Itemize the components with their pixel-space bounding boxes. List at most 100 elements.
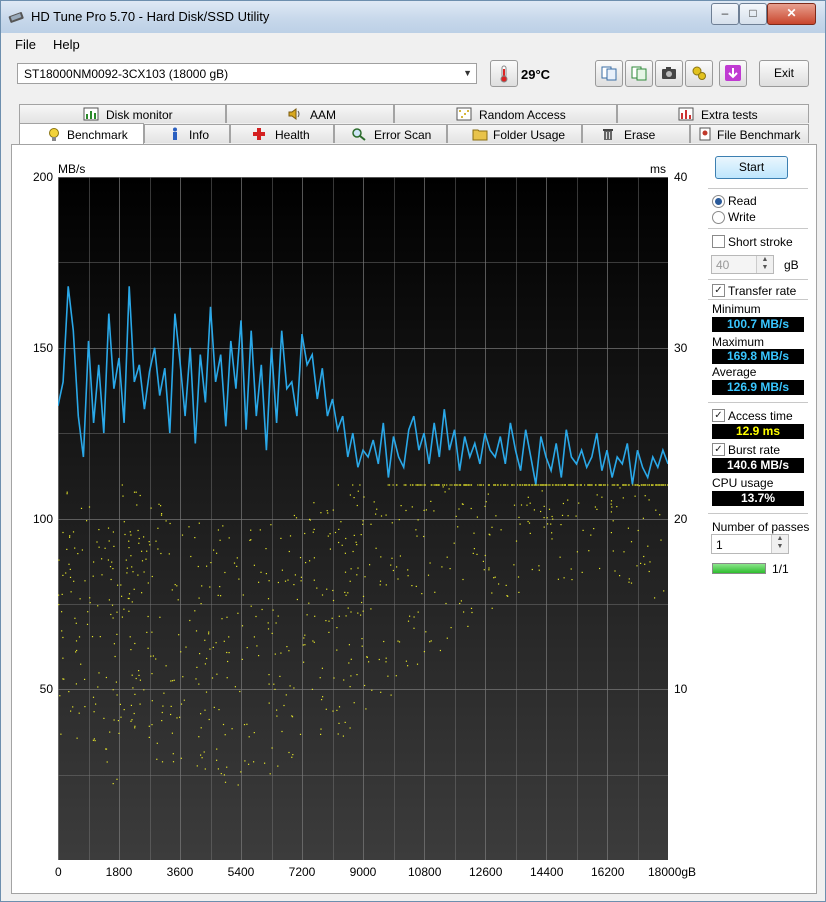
access-time-point	[543, 526, 545, 528]
write-radio[interactable]	[712, 211, 725, 224]
access-time-point	[228, 636, 230, 638]
passes-input[interactable]: 1 ▲ ▼	[711, 534, 789, 554]
access-time-point	[112, 689, 114, 691]
access-time-point	[205, 691, 208, 693]
short-stroke-checkbox[interactable]	[712, 235, 725, 248]
access-time-point	[459, 484, 462, 486]
access-time-point	[226, 651, 228, 654]
access-time-point	[117, 584, 119, 586]
access-time-point	[411, 585, 413, 587]
tab-extra-tests[interactable]: Extra tests	[617, 104, 809, 123]
tab-random-access[interactable]: Random Access	[394, 104, 617, 123]
tab-error-scan[interactable]: Error Scan	[334, 124, 447, 143]
tab-info[interactable]: Info	[144, 124, 230, 143]
access-time-point	[433, 510, 435, 512]
access-time-point	[279, 675, 281, 677]
access-time-point	[66, 491, 68, 493]
save-button[interactable]	[719, 60, 747, 87]
transfer-rate-checkbox[interactable]: ✓	[712, 284, 725, 297]
drive-select[interactable]: ST18000NM0092-3CX103 (18000 gB) ▼	[17, 63, 477, 84]
copy-info-button[interactable]	[595, 60, 623, 87]
access-time-point	[151, 700, 153, 702]
access-time-point	[588, 550, 590, 552]
access-time-point	[171, 732, 173, 734]
passes-value: 1	[716, 538, 723, 552]
access-time-point	[141, 550, 143, 552]
speaker-icon	[288, 108, 300, 120]
menu-help[interactable]: Help	[53, 37, 80, 52]
title-bar[interactable]: HD Tune Pro 5.70 - Hard Disk/SSD Utility…	[1, 1, 825, 33]
short-stroke-input[interactable]: 40 ▲ ▼	[711, 255, 774, 274]
burst-rate-checkbox[interactable]: ✓	[712, 443, 725, 456]
access-time-point	[316, 587, 318, 589]
access-time-point	[299, 557, 302, 559]
access-time-point	[211, 677, 214, 679]
access-time-point	[395, 484, 398, 486]
access-time-point	[176, 717, 178, 719]
maximize-button[interactable]: □	[739, 3, 767, 25]
access-time-point	[256, 645, 258, 647]
access-time-point	[455, 484, 458, 486]
access-time-point	[66, 548, 68, 550]
access-time-point	[332, 509, 334, 511]
access-time-point	[112, 617, 114, 619]
stepper-arrows-icon[interactable]: ▲ ▼	[771, 535, 788, 553]
stepper-arrows-icon[interactable]: ▲ ▼	[756, 256, 773, 273]
access-time-checkbox[interactable]: ✓	[712, 409, 725, 422]
access-time-point	[165, 665, 167, 667]
access-time-point	[407, 569, 409, 571]
access-time-point	[116, 633, 118, 635]
tab-file-benchmark[interactable]: File Benchmark	[690, 124, 809, 143]
tab-aam[interactable]: AAM	[226, 104, 394, 123]
access-time-point	[268, 580, 270, 582]
tab-disk-monitor[interactable]: Disk monitor	[19, 104, 226, 123]
access-time-point	[529, 502, 531, 504]
temperature-button[interactable]	[490, 60, 518, 87]
access-time-point	[109, 731, 111, 733]
access-time-point	[470, 607, 473, 609]
access-time-point	[216, 552, 218, 554]
exit-button[interactable]: Exit	[759, 60, 809, 87]
access-time-point	[357, 567, 359, 569]
access-time-point	[563, 484, 565, 486]
access-time-point	[483, 569, 485, 571]
access-time-point	[300, 576, 302, 578]
access-time-point	[376, 508, 378, 510]
menu-file[interactable]: File	[15, 37, 36, 52]
access-time-point	[110, 578, 112, 581]
access-time-point	[359, 484, 361, 486]
left-axis-unit: MB/s	[58, 162, 86, 176]
access-time-point	[423, 651, 425, 653]
access-time-point	[114, 655, 116, 658]
access-time-point	[561, 514, 564, 516]
access-time-point	[619, 487, 621, 489]
access-time-point	[612, 520, 614, 522]
close-button[interactable]: ✕	[767, 3, 816, 25]
tab-folder-usage[interactable]: Folder Usage	[447, 124, 582, 143]
access-time-point	[74, 547, 76, 549]
access-time-point	[644, 484, 646, 486]
access-time-point	[581, 571, 583, 573]
copy-all-button[interactable]	[625, 60, 653, 87]
screenshot-button[interactable]	[655, 60, 683, 87]
access-time-point	[466, 484, 468, 486]
access-time-point	[268, 683, 270, 685]
access-time-point	[181, 534, 184, 536]
options-button[interactable]	[685, 60, 713, 87]
tab-erase[interactable]: Erase	[582, 124, 690, 143]
access-time-point	[457, 526, 459, 528]
access-time-point	[209, 648, 211, 650]
copy-all-icon	[631, 66, 647, 81]
access-time-point	[78, 712, 80, 714]
access-time-point	[306, 614, 308, 616]
minimize-button[interactable]: –	[711, 3, 739, 25]
read-radio[interactable]	[712, 195, 725, 208]
short-stroke-label: Short stroke	[728, 235, 793, 249]
tab-benchmark[interactable]: Benchmark	[19, 123, 144, 145]
access-time-point	[458, 508, 460, 510]
tab-health[interactable]: Health	[230, 124, 334, 143]
start-button[interactable]: Start	[715, 156, 788, 179]
access-time-point	[94, 740, 96, 742]
access-time-point	[223, 640, 225, 642]
access-time-point	[161, 720, 163, 722]
